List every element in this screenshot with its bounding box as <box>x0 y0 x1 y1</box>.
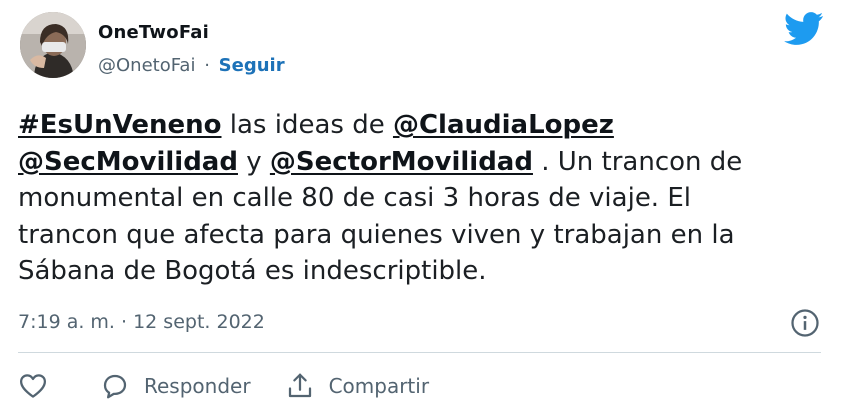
mention-claudialopez[interactable]: @ClaudiaLopez <box>393 110 614 140</box>
author-display-name[interactable]: OneTwoFai <box>98 22 209 43</box>
twitter-bird-icon[interactable] <box>784 12 824 45</box>
tweet-text-segment: y <box>237 146 270 177</box>
tweet-line-5: Sábana de Bogotá es indescriptible. <box>18 256 487 286</box>
tweet-text-segment: las ideas de <box>221 110 393 140</box>
mention-sectormovilidad[interactable]: @SectorMovilidad <box>270 147 533 177</box>
heart-icon <box>20 374 46 398</box>
reply-button[interactable]: Responder <box>100 371 251 401</box>
tweet-line-2: @SecMovilidad y @SectorMovilidad . Un tr… <box>18 144 818 181</box>
follow-button[interactable]: Seguir <box>219 55 285 76</box>
reply-label: Responder <box>144 374 251 398</box>
speech-bubble-icon <box>103 374 127 399</box>
tweet-timestamp[interactable]: 7:19 a. m. · 12 sept. 2022 <box>18 311 265 333</box>
hashtag-link[interactable]: #EsUnVeneno <box>18 110 222 140</box>
tweet-line-3: monumental en calle 80 de casi 3 horas d… <box>18 183 691 213</box>
tweet-actions: Responder Compartir <box>18 368 429 404</box>
avatar-photo <box>20 12 86 78</box>
tweet-card: OneTwoFai @OnetoFai · Seguir #EsUnVeneno… <box>0 0 843 412</box>
share-button[interactable]: Compartir <box>285 371 429 401</box>
tweet-line-4: trancon que afecta para quienes viven y … <box>18 219 735 250</box>
author-handle-row: @OnetoFai · Seguir <box>98 55 285 76</box>
tweet-text: #EsUnVeneno las ideas de @ClaudiaLopez @… <box>18 107 818 290</box>
mention-secmovilidad[interactable]: @SecMovilidad <box>18 147 238 177</box>
handle-separator: · <box>204 55 210 76</box>
divider <box>18 352 821 353</box>
share-label: Compartir <box>328 374 430 398</box>
info-icon[interactable] <box>790 308 820 338</box>
author-avatar[interactable] <box>20 12 86 78</box>
tweet-text-segment: . Un trancon de <box>532 146 743 177</box>
share-icon <box>288 373 311 398</box>
like-button[interactable] <box>18 371 48 401</box>
author-handle[interactable]: @OnetoFai <box>98 55 195 76</box>
tweet-line-1: #EsUnVeneno las ideas de @ClaudiaLopez <box>18 107 818 144</box>
